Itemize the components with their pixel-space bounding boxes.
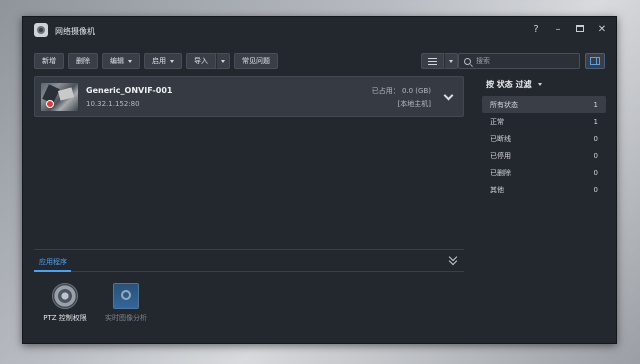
search-icon	[464, 57, 471, 65]
filter-count: 0	[593, 151, 598, 160]
chevron-down-icon	[128, 59, 132, 63]
enable-label: 启用	[152, 57, 166, 65]
camera-app-icon	[34, 23, 48, 37]
filter-count: 0	[593, 168, 598, 177]
filter-label: 其他	[490, 185, 504, 194]
filter-item-normal[interactable]: 正常 1	[482, 113, 606, 130]
chevron-down-icon	[449, 59, 453, 63]
app-label: 实时图像分析	[105, 314, 147, 322]
import-menu-button[interactable]	[216, 53, 230, 69]
search-input[interactable]	[476, 57, 576, 65]
maximize-icon[interactable]	[574, 23, 586, 37]
filter-label: 所有状态	[490, 100, 518, 109]
close-icon[interactable]: ✕	[596, 23, 608, 37]
filter-item-all[interactable]: 所有状态 1	[482, 96, 606, 113]
view-mode-split-button	[421, 53, 458, 69]
filter-label: 正常	[490, 117, 504, 126]
filter-item-deleted[interactable]: 已删除 0	[482, 164, 606, 181]
camera-row[interactable]: Generic_ONVIF-001 10.32.1.152:80 已占用： 0.…	[34, 76, 464, 117]
recording-indicator-icon	[46, 100, 54, 108]
app-label: PTZ 控制权限	[43, 314, 87, 322]
filter-item-other[interactable]: 其他 0	[482, 181, 606, 198]
camera-ip: 10.32.1.152:80	[86, 100, 140, 108]
video-analytics-icon	[113, 283, 139, 309]
storage-usage: 已占用： 0.0 (GB)	[371, 87, 431, 95]
list-view-icon	[428, 57, 437, 65]
list-view-button[interactable]	[421, 53, 444, 69]
window-controls: ? – ✕	[530, 23, 608, 37]
filter-count: 1	[593, 117, 598, 126]
collapse-double-chevron-icon[interactable]	[448, 252, 458, 267]
tab-active-indicator	[34, 270, 71, 272]
edit-label: 编辑	[110, 57, 124, 65]
filter-label: 已停用	[490, 151, 511, 160]
filter-label: 已断线	[490, 134, 511, 143]
edit-dropdown-button[interactable]: 编辑	[102, 53, 140, 69]
filter-item-disabled[interactable]: 已停用 0	[482, 147, 606, 164]
camera-host: [本地主机]	[397, 100, 431, 108]
minimize-icon[interactable]: –	[552, 23, 564, 37]
camera-thumbnail[interactable]	[41, 83, 78, 111]
faq-button[interactable]: 常见问题	[234, 53, 278, 69]
surveillance-window: 网络摄像机 ? – ✕ 新增 删除 编辑 启用 导入 常见问题 搜索 Gener…	[22, 16, 617, 344]
delete-button[interactable]: 删除	[68, 53, 98, 69]
filter-count: 0	[593, 134, 598, 143]
camera-list: Generic_ONVIF-001 10.32.1.152:80 已占用： 0.…	[34, 76, 464, 248]
add-button[interactable]: 新增	[34, 53, 64, 69]
apps-header: 应用程序	[34, 249, 464, 272]
view-mode-menu-button[interactable]	[444, 53, 458, 69]
filter-item-disconnected[interactable]: 已断线 0	[482, 130, 606, 147]
window-title: 网络摄像机	[55, 27, 95, 36]
enable-dropdown-button[interactable]: 启用	[144, 53, 182, 69]
app-ptz-control[interactable]: PTZ 控制权限	[30, 283, 100, 323]
import-button[interactable]: 导入	[186, 53, 216, 69]
filter-label: 已删除	[490, 168, 511, 177]
chevron-down-icon	[221, 59, 225, 63]
filter-count: 0	[593, 185, 598, 194]
toolbar: 新增 删除 编辑 启用 导入 常见问题	[34, 53, 278, 69]
filter-list: 所有状态 1 正常 1 已断线 0 已停用 0 已删除 0 其他 0	[482, 96, 606, 198]
filter-count: 1	[593, 100, 598, 109]
expand-chevron-icon[interactable]	[443, 90, 454, 101]
camera-name: Generic_ONVIF-001	[86, 86, 173, 95]
side-panel-icon	[590, 57, 600, 65]
chevron-down-icon	[170, 59, 174, 63]
filter-title: 按 状态 过滤	[486, 80, 532, 89]
app-video-analytics: 实时图像分析	[91, 283, 161, 323]
title-bar[interactable]: 网络摄像机 ? – ✕	[23, 17, 616, 45]
chevron-down-icon	[537, 83, 542, 86]
tab-applications[interactable]: 应用程序	[39, 257, 67, 267]
search-box[interactable]	[458, 53, 580, 69]
import-split-button: 导入	[186, 53, 230, 69]
toggle-filter-panel-button[interactable]	[585, 53, 605, 69]
filter-dropdown[interactable]: 按 状态 过滤	[486, 79, 542, 90]
help-icon[interactable]: ?	[530, 23, 542, 37]
ptz-icon	[52, 283, 78, 309]
